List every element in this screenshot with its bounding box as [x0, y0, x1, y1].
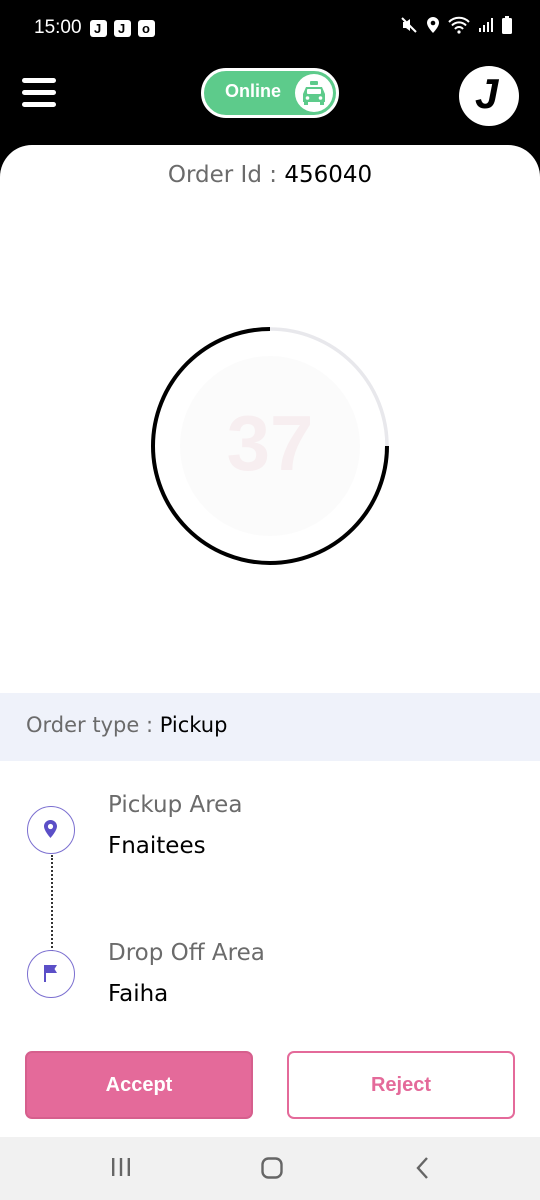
dropoff-area-label: Drop Off Area — [108, 940, 265, 966]
countdown-timer: 37 — [150, 326, 390, 566]
order-type-value: Pickup — [159, 713, 228, 737]
notification-app-icon: J — [90, 20, 107, 37]
notification-app-icon: o — [138, 20, 155, 37]
order-type-label: Order type : Pickup — [26, 713, 228, 737]
pickup-area-value: Fnaitees — [108, 833, 206, 859]
accept-button[interactable]: Accept — [25, 1051, 253, 1119]
online-status-label: Online — [225, 81, 282, 101]
signal-icon — [479, 18, 493, 32]
dropoff-flag-icon — [27, 950, 75, 998]
status-bar: 15:00 J J o — [0, 0, 540, 58]
system-nav-bar — [0, 1137, 540, 1200]
status-time: 15:00 — [34, 17, 82, 38]
battery-icon — [502, 16, 512, 34]
order-id-row: Order Id : 456040 — [0, 162, 540, 188]
menu-button[interactable] — [22, 78, 56, 110]
route-connector — [51, 855, 53, 955]
taxi-icon — [295, 74, 333, 112]
order-id-label: Order Id : — [167, 162, 285, 188]
profile-avatar[interactable]: J — [459, 66, 519, 126]
dropoff-area-value: Faiha — [108, 981, 169, 1007]
back-icon[interactable] — [413, 1156, 433, 1180]
order-id-value: 456040 — [284, 162, 373, 188]
pickup-pin-icon — [27, 806, 75, 854]
mute-icon — [401, 17, 417, 33]
order-request-card: Order Id : 456040 37 Order type : Pickup… — [0, 145, 540, 1137]
pickup-area-label: Pickup Area — [108, 792, 243, 818]
avatar-letter: J — [475, 70, 499, 117]
recent-apps-icon[interactable] — [110, 1156, 132, 1178]
location-icon — [427, 17, 439, 33]
wifi-icon — [448, 16, 470, 34]
hamburger-icon — [22, 78, 56, 83]
order-type-row: Order type : Pickup — [0, 693, 540, 761]
online-status-toggle[interactable]: Online — [201, 68, 339, 118]
reject-button[interactable]: Reject — [287, 1051, 515, 1119]
countdown-value: 37 — [226, 399, 314, 487]
home-icon[interactable] — [260, 1156, 284, 1180]
notification-app-icon: J — [114, 20, 131, 37]
